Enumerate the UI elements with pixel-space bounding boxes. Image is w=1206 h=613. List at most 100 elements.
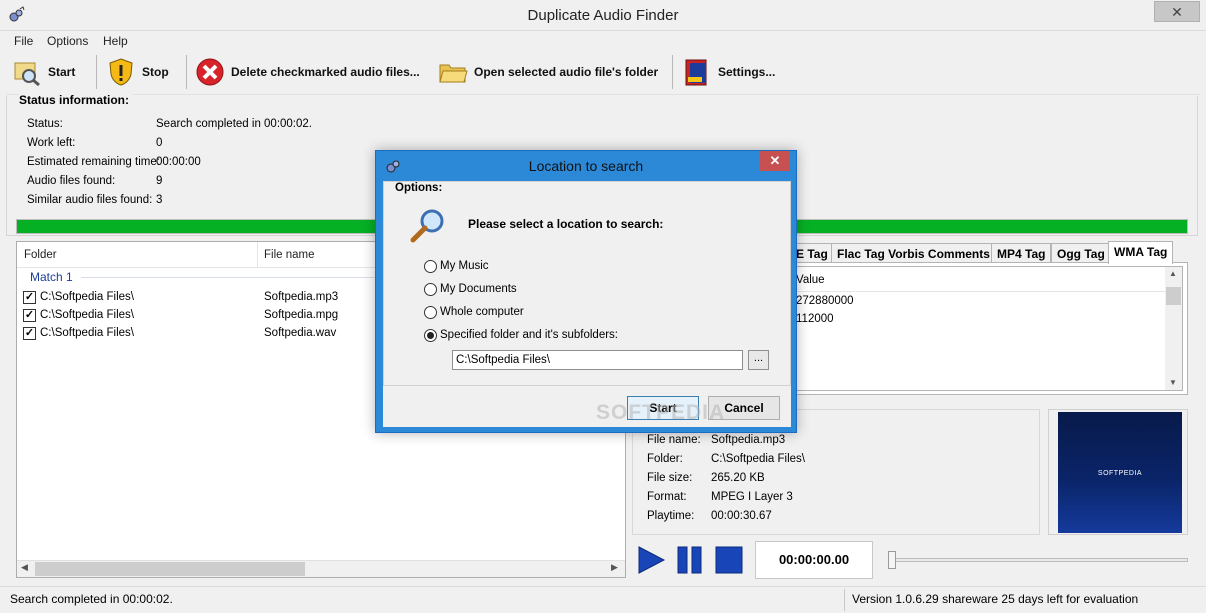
- similar-files-label: Similar audio files found:: [27, 194, 153, 206]
- work-left-label: Work left:: [27, 137, 76, 149]
- seek-track: [888, 558, 1188, 562]
- info-label: File size:: [647, 472, 693, 484]
- radio-dot[interactable]: [424, 329, 437, 342]
- seek-knob[interactable]: [888, 551, 896, 569]
- similar-files-value: 3: [156, 194, 163, 206]
- status-bar-message: Search completed in 00:00:02.: [10, 592, 173, 606]
- work-left-value: 0: [156, 137, 163, 149]
- browse-button[interactable]: ...: [748, 350, 769, 370]
- menu-bar: File Options Help: [0, 31, 1206, 51]
- info-label: File name:: [647, 434, 701, 446]
- scroll-up-icon[interactable]: ▲: [1169, 269, 1177, 278]
- location-dialog: Location to search ✕ Options: Please sel…: [375, 150, 797, 433]
- scroll-right-icon[interactable]: ▶: [611, 562, 618, 573]
- tag-value: 112000: [796, 313, 834, 325]
- settings-button[interactable]: Settings...: [682, 54, 775, 90]
- info-label: Playtime:: [647, 510, 695, 522]
- info-row: Playtime: 00:00:30.67: [647, 510, 772, 522]
- info-value: Softpedia.mp3: [711, 434, 786, 446]
- row-folder: C:\Softpedia Files\: [40, 309, 134, 321]
- shield-warning-icon: [109, 58, 133, 86]
- delete-x-icon: [196, 58, 224, 86]
- info-row: File name: Softpedia.mp3: [647, 434, 785, 446]
- delete-files-label: Delete checkmarked audio files...: [231, 65, 420, 79]
- album-art-box: SOFTPEDIA: [1048, 409, 1188, 535]
- menu-options[interactable]: Options: [47, 34, 88, 48]
- play-icon[interactable]: [636, 544, 666, 576]
- info-row: Folder: C:\Softpedia Files\: [647, 453, 805, 465]
- column-divider[interactable]: [257, 242, 258, 268]
- dialog-close-button[interactable]: ✕: [760, 151, 790, 171]
- tab-mp4-tag[interactable]: MP4 Tag: [991, 243, 1052, 263]
- info-value: MPEG I Layer 3: [711, 491, 793, 503]
- status-group-title: Status information:: [19, 93, 133, 107]
- row-checkbox[interactable]: ✓: [23, 309, 36, 322]
- magnifier-music-icon: [14, 62, 40, 87]
- audio-files-value: 9: [156, 175, 163, 187]
- scroll-left-icon[interactable]: ◀: [21, 562, 28, 573]
- match-group-label: Match 1: [30, 270, 73, 284]
- stop-label: Stop: [142, 65, 169, 79]
- row-file: Softpedia.wav: [264, 327, 337, 339]
- options-group: Options: Please select a location to sea…: [383, 181, 791, 386]
- radio-label: My Documents: [440, 283, 517, 295]
- stop-button[interactable]: Stop: [106, 54, 169, 90]
- dialog-prompt: Please select a location to search:: [468, 217, 664, 231]
- audio-files-label: Audio files found:: [27, 175, 116, 187]
- row-checkbox[interactable]: ✓: [23, 291, 36, 304]
- album-art-text: SOFTPEDIA: [1097, 470, 1143, 477]
- results-horizontal-scrollbar[interactable]: ◀ ▶: [17, 560, 625, 577]
- info-value: C:\Softpedia Files\: [711, 453, 805, 465]
- start-button[interactable]: Start: [12, 54, 75, 90]
- status-bar-separator: [844, 589, 845, 611]
- scrollbar-thumb[interactable]: [1166, 287, 1181, 305]
- folder-path-input[interactable]: [452, 350, 743, 370]
- menu-file[interactable]: File: [14, 34, 33, 48]
- tab-wma-tag[interactable]: WMA Tag: [1108, 241, 1174, 264]
- menu-help[interactable]: Help: [103, 34, 128, 48]
- watermark: SOFTPEDIA: [596, 401, 726, 424]
- window-title: Duplicate Audio Finder: [527, 7, 679, 24]
- pause-icon[interactable]: [675, 544, 705, 576]
- options-label: Options:: [395, 182, 443, 194]
- column-file-name[interactable]: File name: [264, 249, 315, 261]
- folder-icon: [439, 64, 468, 83]
- remaining-time-value: 00:00:00: [156, 156, 201, 168]
- dialog-body: Options: Please select a location to sea…: [383, 181, 791, 427]
- dialog-title: Location to search: [528, 158, 644, 174]
- radio-dot[interactable]: [424, 306, 437, 319]
- settings-book-icon: [685, 59, 707, 86]
- start-label: Start: [48, 65, 76, 79]
- info-label: Folder:: [647, 453, 683, 465]
- column-folder[interactable]: Folder: [24, 249, 57, 261]
- radio-label: Whole computer: [440, 306, 524, 318]
- scrollbar-thumb[interactable]: [35, 562, 305, 576]
- info-label: Format:: [647, 491, 687, 503]
- radio-label: Specified folder and it's subfolders:: [440, 329, 618, 341]
- row-folder: C:\Softpedia Files\: [40, 327, 134, 339]
- value-column-header[interactable]: Value: [796, 274, 825, 286]
- tag-vertical-scrollbar[interactable]: ▲ ▼: [1165, 267, 1182, 390]
- toolbar-separator: [186, 55, 187, 89]
- radio-dot[interactable]: [424, 283, 437, 296]
- stop-icon[interactable]: [714, 544, 744, 576]
- delete-files-button[interactable]: Delete checkmarked audio files...: [195, 54, 420, 90]
- tab-flac-tag[interactable]: Flac Tag Vorbis Comments: [831, 243, 996, 263]
- scroll-down-icon[interactable]: ▼: [1169, 378, 1177, 387]
- seek-slider[interactable]: [888, 551, 1188, 569]
- remaining-time-label: Estimated remaining time:: [27, 156, 160, 168]
- radio-label: My Music: [440, 260, 489, 272]
- tab-e-tag[interactable]: E Tag: [794, 243, 834, 263]
- header-divider: [790, 291, 1166, 292]
- open-folder-button[interactable]: Open selected audio file's folder: [438, 54, 658, 90]
- info-value: 00:00:30.67: [711, 510, 772, 522]
- toolbar-separator: [96, 55, 97, 89]
- player-controls: 00:00:00.00: [632, 540, 1192, 580]
- window-close-button[interactable]: ✕: [1154, 1, 1200, 22]
- info-row: Format: MPEG I Layer 3: [647, 491, 793, 503]
- tab-ogg-tag[interactable]: Ogg Tag: [1051, 243, 1111, 263]
- row-checkbox[interactable]: ✓: [23, 327, 36, 340]
- radio-dot[interactable]: [424, 260, 437, 273]
- playback-time: 00:00:00.00: [755, 541, 873, 579]
- toolbar: Start Stop Delete checkmarked audio file…: [6, 51, 1200, 95]
